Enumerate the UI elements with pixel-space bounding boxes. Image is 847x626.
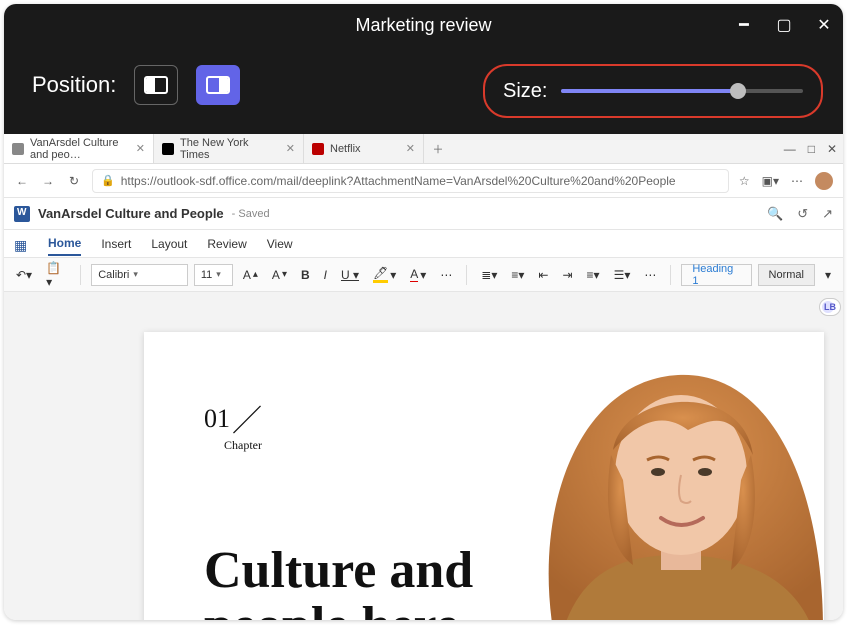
font-name-select[interactable]: Calibri▾ bbox=[91, 264, 188, 286]
numbering-button[interactable]: ≡▾ bbox=[507, 266, 528, 284]
font-size-select[interactable]: 11▾ bbox=[194, 264, 233, 286]
favicon-icon bbox=[162, 143, 174, 155]
separator bbox=[80, 265, 81, 285]
size-slider-fill bbox=[561, 89, 737, 93]
favicon-icon bbox=[312, 143, 324, 155]
title-bar: Marketing review ━ ▢ ✕ bbox=[4, 4, 843, 46]
position-left-button[interactable] bbox=[134, 65, 178, 105]
font-color-button[interactable]: A▾ bbox=[406, 265, 430, 284]
browser-tab-label: Netflix bbox=[330, 143, 361, 155]
refresh-button[interactable]: ↻ bbox=[66, 174, 82, 188]
more-icon[interactable]: ↗ bbox=[822, 206, 833, 222]
font-name-value: Calibri bbox=[98, 269, 129, 281]
ribbon-tabs: Home Insert Layout Review View bbox=[4, 230, 843, 258]
separator bbox=[466, 265, 467, 285]
italic-button[interactable]: I bbox=[320, 266, 331, 284]
underline-button[interactable]: U ▾ bbox=[337, 266, 363, 284]
close-tab-icon[interactable]: ✕ bbox=[406, 142, 415, 155]
bullets-button[interactable]: ≣▾ bbox=[477, 266, 501, 284]
browser-minimize-icon[interactable]: — bbox=[784, 142, 796, 156]
window-title: Marketing review bbox=[4, 15, 843, 36]
dock-right-icon bbox=[206, 76, 230, 94]
browser-close-icon[interactable]: ✕ bbox=[827, 142, 837, 156]
more-font-button[interactable]: ⋯ bbox=[436, 266, 456, 284]
decrease-font-button[interactable]: A▾ bbox=[268, 266, 291, 284]
style-heading1[interactable]: Heading 1 bbox=[681, 264, 751, 286]
favicon-icon bbox=[12, 143, 24, 155]
tab-insert[interactable]: Insert bbox=[101, 233, 131, 255]
presence-indicator[interactable]: LB bbox=[819, 298, 841, 316]
browser-tab-label: VanArsdel Culture and peo… bbox=[30, 137, 130, 161]
highlight-button[interactable]: 🖊▾ bbox=[369, 264, 400, 285]
dock-left-icon bbox=[144, 76, 168, 94]
decrease-indent-button[interactable]: ⇤ bbox=[534, 266, 552, 284]
paste-button[interactable]: 📋▾ bbox=[42, 259, 70, 291]
tab-layout[interactable]: Layout bbox=[151, 233, 187, 255]
size-control-highlight: Size: bbox=[483, 64, 823, 118]
tab-view[interactable]: View bbox=[267, 233, 293, 255]
more-paragraph-button[interactable]: ⋯ bbox=[640, 266, 660, 284]
increase-font-button[interactable]: A▴ bbox=[239, 266, 262, 284]
new-tab-button[interactable]: ＋ bbox=[424, 134, 452, 163]
document-status: - Saved bbox=[232, 208, 270, 220]
word-header: VanArsdel Culture and People - Saved 🔍 ↺… bbox=[4, 198, 843, 230]
favorite-icon[interactable]: ☆ bbox=[739, 174, 750, 188]
close-button[interactable]: ✕ bbox=[815, 15, 833, 35]
ribbon: ↶▾ 📋▾ Calibri▾ 11▾ A▴ A▾ B I U ▾ 🖊▾ A▾ ⋯… bbox=[4, 258, 843, 292]
size-slider[interactable] bbox=[561, 89, 803, 93]
bold-button[interactable]: B bbox=[297, 266, 314, 284]
tab-home[interactable]: Home bbox=[48, 232, 81, 256]
extensions-icon[interactable]: ▣▾ bbox=[762, 174, 779, 188]
document-title: VanArsdel Culture and People bbox=[38, 206, 224, 221]
browser-maximize-icon[interactable]: □ bbox=[808, 142, 815, 156]
close-tab-icon[interactable]: ✕ bbox=[136, 142, 145, 155]
tab-review[interactable]: Review bbox=[207, 233, 246, 255]
close-tab-icon[interactable]: ✕ bbox=[286, 142, 295, 155]
back-button[interactable]: ← bbox=[14, 174, 30, 188]
position-label: Position: bbox=[32, 72, 116, 98]
size-label: Size: bbox=[503, 80, 547, 103]
address-bar: ← → ↻ 🔒 https://outlook-sdf.office.com/m… bbox=[4, 164, 843, 198]
chapter-label: Chapter bbox=[224, 438, 262, 452]
position-right-button[interactable] bbox=[196, 65, 240, 105]
font-size-value: 11 bbox=[201, 269, 212, 281]
person-image bbox=[493, 320, 843, 620]
undo-button[interactable]: ↶▾ bbox=[12, 266, 36, 284]
lock-icon: 🔒 bbox=[101, 174, 115, 187]
menu-icon[interactable]: ⋯ bbox=[791, 174, 803, 188]
history-icon[interactable]: ↺ bbox=[797, 206, 808, 222]
url-input[interactable]: 🔒 https://outlook-sdf.office.com/mail/de… bbox=[92, 169, 729, 193]
line-spacing-button[interactable]: ☰▾ bbox=[610, 266, 635, 284]
style-normal[interactable]: Normal bbox=[758, 264, 815, 286]
browser-tab-strip: VanArsdel Culture and peo… ✕ The New Yor… bbox=[4, 134, 843, 164]
app-launcher-icon[interactable] bbox=[14, 237, 28, 251]
browser-tab-label: The New York Times bbox=[180, 137, 280, 161]
increase-indent-button[interactable]: ⇥ bbox=[558, 266, 576, 284]
size-slider-thumb[interactable] bbox=[730, 83, 746, 99]
browser-tab[interactable]: The New York Times ✕ bbox=[154, 134, 304, 163]
word-logo-icon bbox=[14, 206, 30, 222]
chapter-number: 01 bbox=[204, 404, 230, 434]
styles-more-button[interactable]: ▾ bbox=[821, 266, 835, 284]
minimize-button[interactable]: ━ bbox=[735, 15, 753, 35]
forward-button[interactable]: → bbox=[40, 174, 56, 188]
maximize-button[interactable]: ▢ bbox=[775, 15, 793, 35]
document-canvas[interactable]: LB 01／ Chapter Culture and people here. bbox=[4, 292, 843, 620]
search-icon[interactable]: 🔍 bbox=[767, 206, 783, 222]
separator bbox=[670, 265, 671, 285]
browser-tab-active[interactable]: VanArsdel Culture and peo… ✕ bbox=[4, 134, 154, 163]
control-bar: Position: Size: bbox=[4, 46, 843, 134]
align-left-button[interactable]: ≡▾ bbox=[583, 266, 604, 284]
url-text: https://outlook-sdf.office.com/mail/deep… bbox=[121, 174, 676, 188]
browser-tab[interactable]: Netflix ✕ bbox=[304, 134, 424, 163]
profile-avatar[interactable] bbox=[815, 172, 833, 190]
